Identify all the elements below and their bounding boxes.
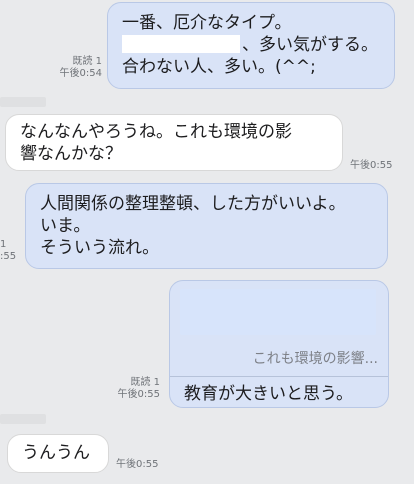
outgoing-message[interactable]: 一番、厄介なタイプ。 、多い気がする。 合わない人、多い。(^^; (107, 2, 395, 89)
read-receipt: 既読 1 (130, 377, 160, 388)
message-line: 一番、厄介なタイプ。 (122, 13, 292, 33)
avatar-placeholder (0, 97, 46, 107)
message-meta: 既読 1 午後0:55 (100, 377, 160, 401)
message-line: 人間関係の整理整頓、した方がいいよ。 (40, 194, 346, 214)
message-line: 、多い気がする。 (122, 34, 380, 56)
message-line: いま。 (40, 216, 91, 236)
incoming-message[interactable]: うんうん (7, 434, 109, 473)
timestamp: :55 (0, 251, 17, 262)
read-receipt: 既読 1 (72, 56, 102, 67)
message-meta: 既読 1 午後0:54 (42, 56, 102, 80)
timestamp: 午後0:54 (59, 68, 102, 79)
incoming-message[interactable]: なんなんやろうね。これも環境の影 響なんかな？ (5, 114, 343, 171)
quoted-message-text: これも環境の影響... (252, 351, 378, 367)
timestamp: 午後0:55 (350, 160, 393, 171)
message-line: なんなんやろうね。これも環境の影 (20, 122, 292, 142)
reply-text: 教育が大きいと思う。 (184, 384, 353, 404)
timestamp: 午後0:55 (116, 459, 159, 470)
divider (170, 376, 388, 377)
message-line: 合わない人、多い。(^^; (122, 57, 316, 77)
message-line: そういう流れ。 (40, 238, 160, 258)
message-line: 響なんかな？ (20, 144, 122, 164)
read-receipt: 1 (0, 239, 7, 250)
reply-message[interactable]: これも環境の影響... 教育が大きいと思う。 (169, 280, 389, 408)
quoted-image-placeholder (180, 289, 376, 335)
timestamp: 午後0:55 (117, 389, 160, 400)
outgoing-message[interactable]: 人間関係の整理整頓、した方がいいよ。 いま。 そういう流れ。 (25, 183, 388, 269)
redacted-block (122, 35, 240, 53)
message-meta: 1 :55 (0, 239, 16, 263)
message-text: うんうん (22, 443, 90, 463)
avatar-placeholder (0, 414, 46, 424)
